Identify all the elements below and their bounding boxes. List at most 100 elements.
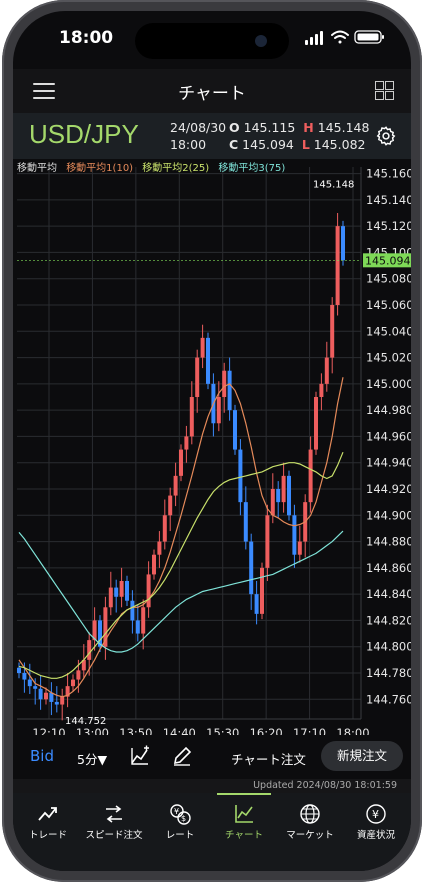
candle-body (173, 475, 178, 496)
candle-body (243, 502, 248, 542)
candle-body (233, 410, 237, 450)
tab-market[interactable]: マーケット (279, 799, 341, 849)
layout-grid-icon[interactable] (375, 81, 395, 101)
candle-body (265, 515, 270, 568)
ma-legend-title: 移動平均 (17, 163, 57, 174)
y-tick-label: 144.860 (366, 561, 411, 575)
low-value: 145.082 (313, 137, 366, 152)
y-tick-label: 144.760 (366, 692, 411, 706)
candle-body (141, 607, 146, 634)
tab-label: マーケット (286, 830, 334, 841)
candlestick-chart[interactable]: 145.160145.140145.120145.100145.080145.0… (13, 159, 411, 747)
candle-body (292, 515, 297, 555)
svg-text:¥: ¥ (372, 808, 379, 821)
screen: 18:00 チャート USD/JPY 24/08/30 18:00 O 145.… (13, 11, 411, 871)
new-order-button[interactable]: 新規注文 (321, 741, 403, 771)
svg-text:$: $ (181, 814, 186, 823)
ma1-legend: 移動平均1(10) (66, 163, 134, 174)
candle-datetime: 24/08/30 18:00 (170, 119, 226, 153)
speed-order-icon (106, 805, 122, 823)
indicator-icon[interactable] (129, 745, 151, 767)
candle-body (319, 383, 324, 397)
candle-body (308, 449, 313, 503)
tab-label: トレード (28, 830, 67, 841)
candle-body (33, 686, 38, 689)
candle-body (179, 449, 183, 476)
camera-icon (255, 35, 267, 47)
bid-ask-toggle[interactable]: Bid (30, 747, 54, 765)
candle-body (227, 370, 232, 411)
globe-icon (300, 804, 320, 824)
currency-pair[interactable]: USD/JPY (29, 119, 139, 150)
candle-body (287, 475, 291, 516)
tab-assets[interactable]: ¥ 資産状況 (345, 799, 407, 849)
interval-select[interactable]: 5分▼ (77, 749, 107, 768)
open-value: 145.115 (243, 120, 296, 135)
tab-speed-order[interactable]: スピード注文 (83, 799, 145, 849)
updated-timestamp: Updated 2024/08/30 18:01:59 (253, 780, 397, 791)
y-tick-label: 145.140 (366, 193, 411, 207)
app-header: チャート (13, 69, 411, 113)
price-chart[interactable]: 145.160 145.140 145.120 145.100 145.080 145.0… (13, 159, 411, 747)
candle-body (27, 679, 32, 687)
candle-body (22, 673, 27, 680)
y-tick-label: 144.800 (366, 640, 411, 654)
ohlc-values: O 145.115 H 145.148 C 145.094 L 145.082 (229, 119, 369, 153)
draw-pencil-icon[interactable] (171, 745, 193, 767)
candle-body (152, 554, 156, 575)
candle-body (162, 515, 167, 542)
y-tick-label: 144.960 (366, 429, 411, 443)
candle-body (249, 541, 254, 595)
candle-body (157, 541, 162, 555)
candle-time: 18:00 (170, 137, 207, 152)
candle-body (276, 489, 281, 503)
candle-body (254, 594, 259, 614)
candle-body (200, 337, 205, 358)
y-tick-label: 144.780 (366, 666, 411, 680)
candle-body (260, 567, 264, 614)
high-value: 145.148 (317, 120, 370, 135)
chart-order-button[interactable]: チャート注文 (231, 749, 306, 768)
y-tick-label: 144.900 (366, 508, 411, 522)
candle-date: 24/08/30 (170, 120, 227, 135)
y-tick-label: 145.060 (366, 298, 411, 312)
y-tick-label: 144.840 (366, 587, 411, 601)
tab-trade[interactable]: トレード (17, 799, 79, 849)
candle-body (60, 696, 65, 705)
candle-body (119, 581, 124, 597)
candle-body (146, 574, 151, 608)
candle-body (324, 357, 329, 384)
tab-rate[interactable]: ¥ $ レート (149, 799, 211, 849)
tab-label: レート (165, 830, 195, 841)
candle-body (168, 495, 173, 516)
y-tick-label: 145.000 (366, 377, 411, 391)
signal-icon (305, 31, 323, 45)
candle-body (114, 587, 119, 597)
trend-up-icon (38, 807, 57, 821)
candle-body (49, 692, 54, 702)
y-tick-label: 144.920 (366, 482, 411, 496)
asset-icon: ¥ (366, 804, 386, 824)
candle-body (341, 226, 345, 261)
high-label: H (303, 120, 314, 135)
candle-body (281, 475, 286, 503)
candle-body (38, 688, 43, 700)
candle-body (206, 337, 210, 384)
status-icons (305, 30, 384, 45)
low-annotation: 144.752 (65, 716, 106, 727)
active-tab-indicator (217, 793, 271, 795)
y-tick-label: 144.820 (366, 613, 411, 627)
candle-body (130, 600, 135, 621)
current-price-label: 145.094 (365, 254, 411, 267)
y-tick-label: 144.940 (366, 456, 411, 470)
candle-body (87, 640, 92, 660)
y-tick-label: 144.980 (366, 403, 411, 417)
candle-body (54, 701, 59, 705)
settings-gear-icon[interactable] (375, 125, 397, 147)
candle-body (76, 670, 81, 680)
open-label: O (229, 120, 240, 135)
rate-icon: ¥ $ (170, 804, 191, 825)
candle-body (195, 357, 200, 397)
y-tick-label: 144.880 (366, 535, 411, 549)
tab-chart[interactable]: チャート (213, 799, 275, 849)
